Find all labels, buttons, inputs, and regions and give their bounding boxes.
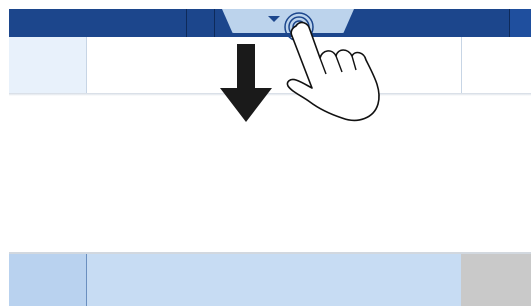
top-bar-divider — [214, 9, 215, 37]
arrow-down-icon — [220, 44, 272, 122]
top-bar-right-cell[interactable] — [509, 9, 531, 37]
bottom-left-cell[interactable] — [9, 254, 87, 306]
header-right-cell[interactable] — [461, 37, 531, 93]
bottom-bar — [9, 254, 531, 306]
bottom-right-cell[interactable] — [461, 254, 531, 306]
tap-hand-icon — [286, 21, 380, 122]
left-margin — [0, 0, 9, 306]
header-left-cell[interactable] — [9, 37, 87, 93]
top-bar-divider — [186, 9, 187, 37]
